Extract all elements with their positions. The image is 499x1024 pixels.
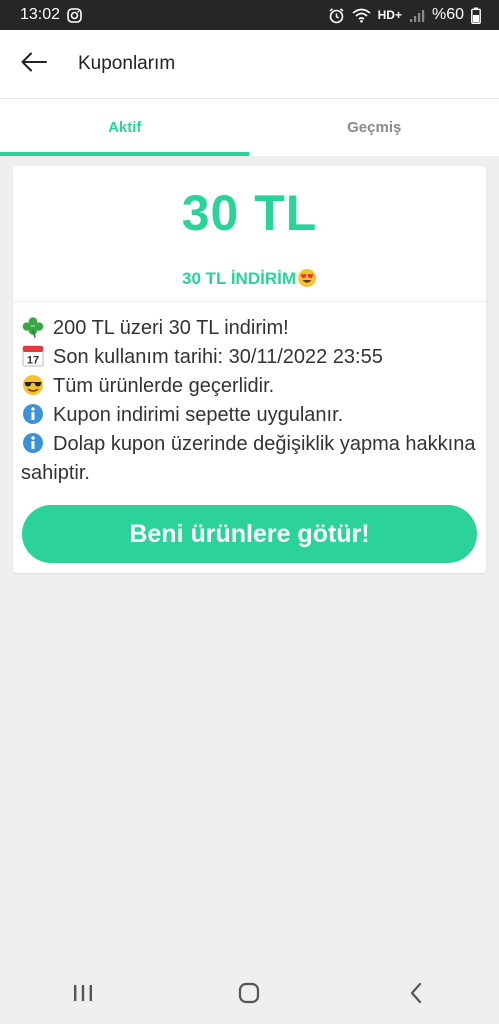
detail-line: 200 TL üzeri 30 TL indirim! — [21, 314, 476, 343]
tab-gecmis[interactable]: Geçmiş — [250, 99, 499, 156]
active-tab-indicator — [0, 152, 249, 156]
network-type: HD+ — [377, 8, 402, 22]
status-bar: 13:02 HD+ %60 — [0, 0, 499, 30]
coupon-amount: 30 TL — [181, 185, 318, 241]
instagram-icon — [67, 7, 82, 23]
recents-button[interactable] — [53, 966, 113, 1024]
status-time: 13:02 — [20, 6, 61, 23]
home-button[interactable] — [219, 966, 279, 1024]
back-icon — [409, 982, 423, 1009]
home-icon — [238, 982, 260, 1009]
heart-eyes-emoji-icon — [297, 268, 317, 293]
coupon-subtitle: 30 TL İNDİRİM — [13, 268, 486, 293]
tab-aktif[interactable]: Aktif — [0, 99, 250, 156]
detail-text: Dolap kupon üzerinde değişiklik yapma ha… — [21, 433, 476, 484]
sunglasses-icon — [21, 374, 47, 396]
detail-line: Dolap kupon üzerinde değişiklik yapma ha… — [21, 430, 476, 488]
detail-line: Tüm ürünlerde geçerlidir. — [21, 372, 476, 401]
back-arrow-icon — [21, 52, 47, 77]
detail-text: Tüm ürünlerde geçerlidir. — [53, 375, 275, 397]
tab-label: Aktif — [108, 119, 142, 136]
system-back-button[interactable] — [386, 966, 446, 1024]
coupon-card: 30 TL 30 TL İNDİRİM 200 TL üzeri 30 TL i… — [13, 166, 486, 573]
divider — [13, 301, 486, 302]
info-icon — [21, 432, 47, 454]
coupon-subtitle-text: 30 TL İNDİRİM — [182, 269, 296, 288]
detail-text: Kupon indirimi sepette uygulanır. — [53, 404, 344, 426]
back-arrow-button[interactable] — [0, 30, 68, 98]
coupon-details: 200 TL üzeri 30 TL indirim! 17 Son kulla… — [21, 314, 476, 488]
app-bar: Kuponlarım — [0, 30, 499, 99]
battery-percent: %60 — [431, 6, 464, 23]
detail-text: Son kullanım tarihi: 30/11/2022 23:55 — [53, 346, 383, 368]
clover-icon — [21, 316, 47, 338]
alarm-icon — [328, 7, 345, 24]
page-title: Kuponlarım — [78, 53, 176, 74]
detail-line: 17 Son kullanım tarihi: 30/11/2022 23:55 — [21, 343, 476, 372]
info-icon — [21, 403, 47, 425]
system-nav-bar — [0, 966, 499, 1024]
calendar-icon: 17 — [21, 345, 47, 367]
tab-bar: Aktif Geçmiş — [0, 99, 499, 156]
go-to-products-button[interactable]: Beni ürünlere götür! — [22, 505, 477, 563]
tab-label: Geçmiş — [347, 119, 402, 136]
detail-text: 200 TL üzeri 30 TL indirim! — [53, 317, 289, 339]
battery-icon — [471, 7, 481, 24]
wifi-icon — [352, 8, 371, 23]
recents-icon — [72, 984, 94, 1007]
detail-line: Kupon indirimi sepette uygulanır. — [21, 401, 476, 430]
svg-text:17: 17 — [27, 355, 39, 367]
signal-icon — [409, 8, 425, 23]
